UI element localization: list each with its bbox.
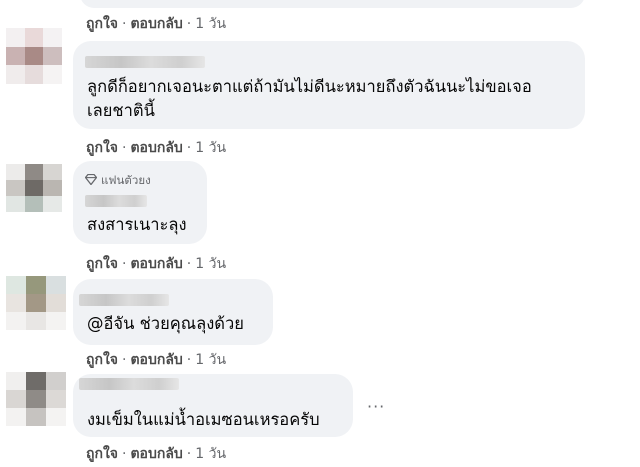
comment-text: งมเข็มในแม่น้ำอเมซอนเหรอครับ (87, 410, 320, 429)
separator: · (186, 140, 192, 156)
separator: · (122, 16, 127, 32)
comment-actions: ถูกใจ · ตอบกลับ · 1 วัน (86, 13, 226, 35)
comment-bubble: แฟนตัวยง สงสารเนาะลุง (73, 161, 207, 244)
comment-text: ลูกดีก็อยากเจอนะตาแต่ถ้ามันไม่ดีนะหมายถึ… (87, 77, 532, 96)
more-options-button[interactable]: ··· (367, 397, 385, 416)
avatar[interactable] (6, 276, 66, 330)
separator: · (122, 446, 127, 462)
comment-text: เลยชาตินี้ (87, 101, 155, 120)
reply-button[interactable]: ตอบกลับ (130, 16, 182, 32)
comment-time[interactable]: 1 วัน (195, 16, 226, 32)
comment-bubble: @อีจัน ช่วยคุณลุงด้วย (73, 279, 273, 345)
avatar[interactable] (6, 28, 62, 84)
avatar[interactable] (6, 164, 62, 212)
like-button[interactable]: ถูกใจ (86, 446, 118, 462)
comment-actions: ถูกใจ · ตอบกลับ · 1 วัน (86, 137, 226, 159)
like-button[interactable]: ถูกใจ (86, 256, 118, 272)
reply-button[interactable]: ตอบกลับ (130, 140, 182, 156)
like-button[interactable]: ถูกใจ (86, 140, 118, 156)
comment-actions: ถูกใจ · ตอบกลับ · 1 วัน (86, 349, 226, 371)
like-button[interactable]: ถูกใจ (86, 352, 118, 368)
commenter-name[interactable] (85, 56, 205, 68)
comment-actions: ถูกใจ · ตอบกลับ · 1 วัน (86, 253, 226, 275)
separator: · (122, 256, 127, 272)
reply-button[interactable]: ตอบกลับ (130, 352, 182, 368)
reply-button[interactable]: ตอบกลับ (130, 256, 182, 272)
comment-bubble: งมเข็มในแม่น้ำอเมซอนเหรอครับ (73, 374, 353, 437)
top-fan-badge[interactable]: แฟนตัวยง (85, 172, 151, 190)
like-button[interactable]: ถูกใจ (86, 16, 118, 32)
comment-time[interactable]: 1 วัน (195, 352, 226, 368)
comment-text: สงสารเนาะลุง (87, 215, 187, 234)
separator: · (186, 446, 192, 462)
previous-comment-bubble (80, 0, 585, 8)
commenter-name[interactable] (79, 294, 169, 306)
commenter-name[interactable] (79, 378, 179, 390)
avatar[interactable] (6, 372, 66, 426)
comment-time[interactable]: 1 วัน (195, 140, 226, 156)
separator: · (122, 352, 127, 368)
commenter-name[interactable] (85, 195, 147, 207)
comment-time[interactable]: 1 วัน (195, 446, 226, 462)
separator: · (186, 16, 192, 32)
comment-text: @อีจัน ช่วยคุณลุงด้วย (87, 314, 244, 333)
diamond-icon (85, 174, 97, 185)
comment-actions: ถูกใจ · ตอบกลับ · 1 วัน (86, 443, 226, 465)
separator: · (186, 256, 192, 272)
separator: · (122, 140, 127, 156)
separator: · (186, 352, 192, 368)
comment-bubble: ลูกดีก็อยากเจอนะตาแต่ถ้ามันไม่ดีนะหมายถึ… (73, 41, 585, 129)
reply-button[interactable]: ตอบกลับ (130, 446, 182, 462)
badge-label: แฟนตัวยง (101, 173, 151, 187)
comment-time[interactable]: 1 วัน (195, 256, 226, 272)
